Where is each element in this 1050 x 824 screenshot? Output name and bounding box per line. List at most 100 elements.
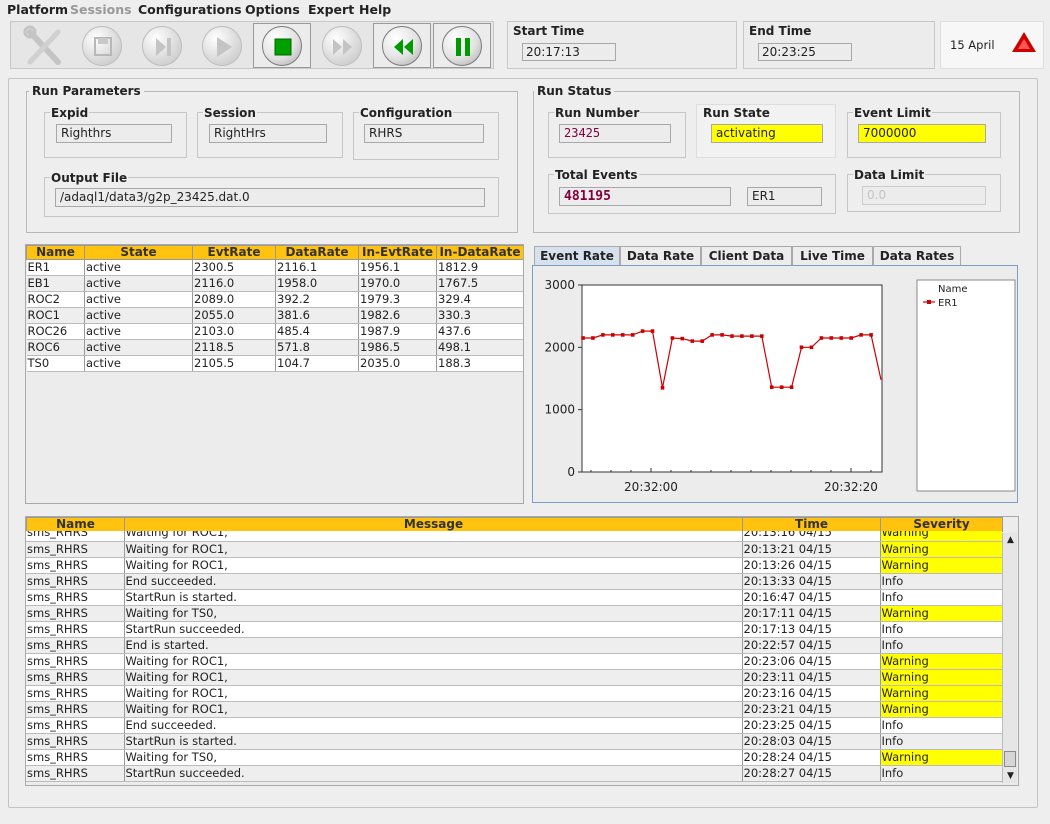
msg-col-time-header[interactable]: Time: [742, 517, 881, 532]
table-cell: ER1: [26, 259, 85, 276]
data-point: [740, 334, 744, 338]
table-cell: 381.6: [275, 307, 359, 324]
tab-data-rate[interactable]: Data Rate: [620, 246, 701, 266]
list-item[interactable]: sms_RHRS Waiting for TS0, 20:17:11 04/15 Wa…: [26, 605, 1002, 622]
table-cell: 2103.0: [192, 323, 276, 340]
table-cell: 2116.1: [275, 259, 359, 276]
list-item[interactable]: sms_RHRS Waiting for ROC1, 20:23:11 04/15 W…: [26, 669, 1002, 686]
message-cell: sms_RHRS: [26, 637, 125, 654]
data-point: [730, 334, 734, 338]
fast-forward-button[interactable]: [313, 23, 371, 68]
list-item[interactable]: sms_RHRS Waiting for ROC1, 20:13:16 04/15 W…: [26, 531, 1002, 542]
table-cell: active: [84, 355, 193, 372]
message-cell: Waiting for ROC1,: [124, 685, 743, 702]
list-item[interactable]: sms_RHRS End is started. 20:22:57 04/15 Inf…: [26, 637, 1002, 654]
message-cell: sms_RHRS: [26, 685, 125, 702]
message-cell: sms_RHRS: [26, 701, 125, 718]
data-point: [720, 333, 724, 337]
session-label: Session: [203, 106, 257, 120]
menu-platform[interactable]: Platform: [7, 2, 68, 17]
table-row[interactable]: ROC2 active 2089.0 392.2 1979.3 329.4: [26, 291, 523, 308]
data-point: [809, 345, 814, 350]
tab-client-data[interactable]: Client Data: [701, 246, 792, 266]
logo-icon: [1012, 32, 1036, 52]
pause-button[interactable]: [433, 23, 491, 68]
message-cell: Waiting for TS0,: [124, 749, 743, 766]
configure-button[interactable]: [13, 23, 71, 68]
col-datarate-header[interactable]: DataRate: [275, 245, 359, 260]
data-point: [819, 336, 824, 340]
msg-col-severity-header[interactable]: Severity: [880, 517, 1003, 532]
col-name-header[interactable]: Name: [26, 245, 85, 260]
msg-col-name-header[interactable]: Name: [26, 517, 125, 532]
total-events-value: 481195: [559, 187, 731, 206]
list-item[interactable]: sms_RHRS Waiting for ROC1, 20:13:21 04/15 W…: [26, 541, 1002, 558]
message-cell: sms_RHRS: [26, 557, 125, 574]
message-cell: 20:13:16 04/15: [742, 531, 881, 542]
message-cell: 20:17:13 04/15: [742, 621, 881, 638]
list-item[interactable]: sms_RHRS StartRun is started. 20:16:47 04/…: [26, 589, 1002, 606]
step-button[interactable]: [133, 23, 191, 68]
tab-event-rate[interactable]: Event Rate: [534, 246, 620, 266]
list-item[interactable]: sms_RHRS StartRun succeeded. 20:28:27 04/1…: [26, 765, 1002, 782]
tab-data-rates[interactable]: Data Rates: [873, 246, 961, 266]
table-row[interactable]: TS0 active 2105.5 104.7 2035.0 188.3: [26, 355, 523, 372]
fast-forward-icon: [333, 39, 352, 55]
list-item[interactable]: sms_RHRS Waiting for TS0, 20:28:24 04/15 Wa…: [26, 749, 1002, 766]
table-row[interactable]: ROC1 active 2055.0 381.6 1982.6 330.3: [26, 307, 523, 324]
message-cell: 20:28:03 04/15: [742, 733, 881, 750]
menu-configurations[interactable]: Configurations: [138, 2, 242, 17]
scroll-up-icon[interactable]: ▲: [1003, 533, 1018, 547]
save-button[interactable]: [73, 23, 131, 68]
table-cell: 2035.0: [358, 355, 437, 372]
data-point: [700, 339, 704, 343]
message-cell: Waiting for ROC1,: [124, 669, 743, 686]
col-evtrate-header[interactable]: EvtRate: [192, 245, 276, 260]
date-box: 15 April: [940, 21, 1044, 69]
tab-live-time[interactable]: Live Time: [792, 246, 873, 266]
event-limit-field: Event Limit 7000000: [847, 106, 1001, 158]
table-row[interactable]: EB1 active 2116.0 1958.0 1970.0 1767.5: [26, 275, 523, 292]
severity-cell: Warning: [880, 685, 1002, 702]
output-file-field: Output File /adaql1/data3/g2p_23425.dat.…: [44, 171, 499, 217]
data-point: [799, 345, 804, 350]
stop-button[interactable]: [253, 23, 311, 68]
table-cell: 2105.5: [192, 355, 276, 372]
msg-col-message-header[interactable]: Message: [124, 517, 743, 532]
col-in-evtrate-header[interactable]: In-EvtRate: [358, 245, 437, 260]
play-button[interactable]: [193, 23, 251, 68]
y-tick-label: 0: [567, 465, 575, 479]
table-row[interactable]: ROC26 active 2103.0 485.4 1987.9 437.6: [26, 323, 523, 340]
menu-help[interactable]: Help: [359, 2, 391, 17]
table-row[interactable]: ROC6 active 2118.5 571.8 1986.5 498.1: [26, 339, 523, 356]
col-in-datarate-header[interactable]: In-DataRate: [436, 245, 523, 260]
list-item[interactable]: sms_RHRS Waiting for ROC1, 20:23:06 04/15 W…: [26, 653, 1002, 670]
rewind-button[interactable]: [373, 23, 431, 68]
list-item[interactable]: sms_RHRS End succeeded. 20:13:33 04/15 Info: [26, 573, 1002, 590]
data-point: [611, 333, 615, 337]
tools-icon: [23, 25, 61, 65]
step-icon: [156, 38, 171, 56]
table-cell: 104.7: [275, 355, 359, 372]
list-item[interactable]: sms_RHRS End succeeded. 20:23:25 04/15 Info: [26, 717, 1002, 734]
message-cell: 20:28:27 04/15: [742, 765, 881, 782]
col-state-header[interactable]: State: [84, 245, 193, 260]
data-point: [769, 385, 774, 389]
list-item[interactable]: sms_RHRS StartRun succeeded. 20:17:13 04/1…: [26, 621, 1002, 638]
menu-expert[interactable]: Expert: [308, 2, 354, 17]
menu-sessions[interactable]: Sessions: [70, 2, 132, 17]
table-row[interactable]: ER1 active 2300.5 2116.1 1956.1 1812.9: [26, 259, 523, 276]
list-item[interactable]: sms_RHRS Waiting for ROC1, 20:13:26 04/15 W…: [26, 557, 1002, 574]
messages-scrollbar[interactable]: ▲ ▼: [1002, 533, 1017, 783]
start-time-box: Start Time 20:17:13: [507, 21, 737, 69]
list-item[interactable]: sms_RHRS Waiting for ROC1, 20:23:21 04/15 W…: [26, 701, 1002, 718]
expid-label: Expid: [50, 106, 90, 120]
table-cell: ROC1: [26, 307, 85, 324]
scroll-thumb[interactable]: [1004, 751, 1016, 767]
menu-options[interactable]: Options: [245, 2, 300, 17]
scroll-down-icon[interactable]: ▼: [1003, 769, 1018, 783]
list-item[interactable]: sms_RHRS StartRun is started. 20:28:03 04/…: [26, 733, 1002, 750]
list-item[interactable]: sms_RHRS Waiting for ROC1, 20:23:16 04/15 W…: [26, 685, 1002, 702]
data-point: [640, 329, 645, 333]
messages-viewport[interactable]: sms_RHRS Waiting for ROC1, 20:13:16 04/15 W…: [26, 531, 1002, 785]
